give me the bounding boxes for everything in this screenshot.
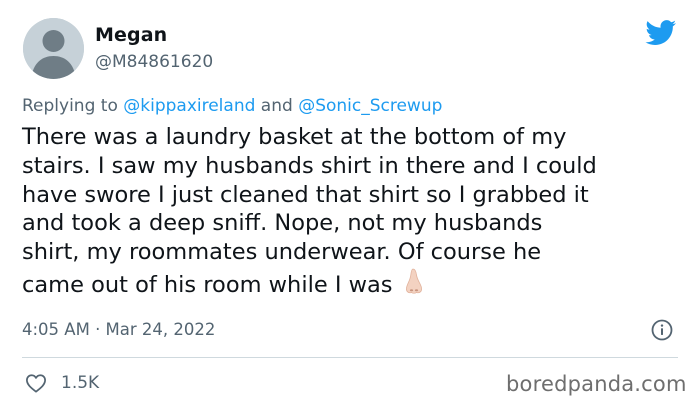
- tweet-last-line: came out of his room while I was: [22, 267, 687, 300]
- avatar-placeholder-icon: [23, 18, 84, 79]
- like-button[interactable]: 1.5K: [25, 371, 99, 395]
- tweet-card: Megan @M84861620 Replying to @kippaxirel…: [0, 0, 700, 410]
- tweet-timestamp[interactable]: 4:05 AM · Mar 24, 2022: [22, 320, 215, 339]
- avatar[interactable]: [23, 18, 84, 79]
- author-handle[interactable]: @M84861620: [95, 52, 213, 72]
- like-count: 1.5K: [61, 373, 100, 393]
- tweet-line: stairs. I saw my husbands shirt in there…: [22, 152, 597, 179]
- twitter-bird-icon: [645, 20, 677, 45]
- author-name[interactable]: Megan: [95, 24, 167, 46]
- tweet-line: have swore I just cleaned that shirt so …: [22, 181, 589, 208]
- reply-context: Replying to @kippaxireland and @Sonic_Sc…: [22, 96, 442, 116]
- nose-emoji: [405, 268, 422, 294]
- tweet-line: There was a laundry basket at the bottom…: [22, 124, 567, 150]
- reply-prefix: Replying to: [22, 96, 124, 116]
- heart-icon[interactable]: [25, 373, 47, 393]
- mention-link-2[interactable]: @Sonic_Screwup: [298, 96, 442, 116]
- divider: [22, 357, 678, 358]
- tweet-line: came out of his room while I was: [22, 271, 393, 298]
- tweet-line: and took a deep sniff. Nope, not my husb…: [22, 210, 543, 237]
- tweet-line: shirt, my roommates underwear. Of course…: [22, 239, 542, 266]
- reply-joiner: and: [255, 96, 299, 116]
- info-icon[interactable]: [651, 319, 673, 341]
- tweet-text: There was a laundry basket at the bottom…: [22, 123, 687, 300]
- watermark: boredpanda.com: [506, 372, 687, 396]
- mention-link-1[interactable]: @kippaxireland: [123, 96, 255, 116]
